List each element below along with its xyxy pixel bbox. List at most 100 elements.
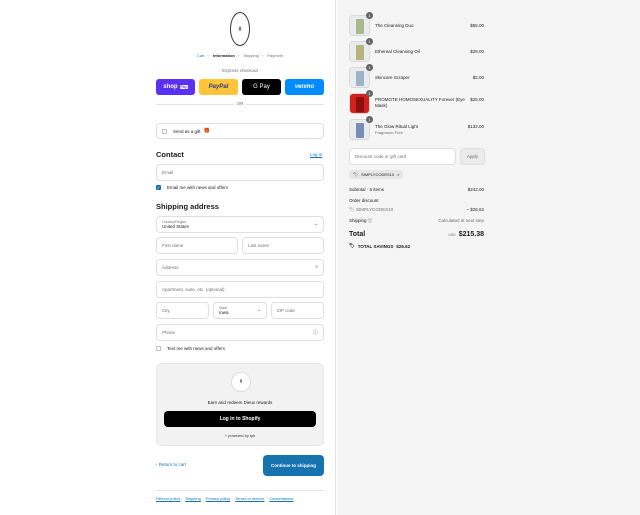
quantity-badge: 1 [366, 64, 373, 71]
subtotal-row: Subtotal · 5 items $242.00 [349, 187, 484, 192]
total-amount-wrap: USD $215.38 [448, 231, 484, 238]
product-name: PROMOTE HOMOSEXUALITY Forever (Eye Mask) [375, 97, 465, 108]
logo-glyph: ⚱ [237, 26, 243, 33]
product-image [356, 123, 364, 138]
rewards-card: ⚱ Earn and redeem Dieux rewards Log in t… [156, 363, 324, 446]
chevron-right-icon: › [207, 53, 209, 58]
discount-code-label-wrap: 🏷 SIMPLYCODES10 [349, 207, 393, 213]
apartment-field[interactable]: Apartment, suite, etc. (optional) [156, 281, 324, 298]
email-news-checkbox[interactable]: ✓ [156, 185, 161, 190]
shipping-label-wrap: Shipping ⓘ [349, 218, 372, 224]
email-placeholder: Email [162, 170, 174, 175]
express-checkout-title: Express checkout [222, 68, 258, 73]
product-name: Skincare Scraper [375, 75, 410, 80]
venmo-button[interactable]: venmo [285, 79, 324, 95]
discount-chip-label: SIMPLYCODES10 [361, 172, 395, 177]
brand-logo[interactable]: ⚱ [230, 12, 250, 46]
shipping-policy-link[interactable]: Shipping [185, 496, 201, 501]
google-pay-button[interactable]: G Pay [242, 79, 281, 95]
paypal-button[interactable]: PayPal [199, 79, 238, 95]
city-placeholder: City [162, 308, 170, 313]
address-field[interactable]: Address ⌕ [156, 259, 324, 276]
terms-link[interactable]: Terms of service [235, 496, 264, 501]
footer-divider [156, 490, 324, 491]
email-field[interactable]: Email [156, 164, 324, 181]
cancellations-link[interactable]: Cancellations [269, 496, 293, 501]
chevron-down-icon: ⌄ [313, 221, 318, 227]
first-name-field[interactable]: First name [156, 237, 238, 254]
apply-discount-button[interactable]: Apply [460, 148, 485, 165]
discount-amount: – $26.62 [466, 207, 484, 212]
login-link[interactable]: Log in [310, 152, 322, 157]
last-name-field[interactable]: Last name [242, 237, 324, 254]
policy-links: Refund policy Shipping Privacy policy Te… [156, 496, 293, 501]
product-image [356, 45, 364, 60]
tag-icon: 🏷 [353, 172, 359, 177]
help-icon[interactable]: ⓘ [368, 218, 373, 223]
country-select[interactable]: Country/Region United States ⌄ [156, 216, 324, 233]
product-image [356, 19, 364, 34]
subtotal-value: $242.00 [467, 187, 484, 192]
sms-news-checkbox[interactable] [156, 346, 161, 351]
phone-field[interactable]: Phone ⓘ [156, 324, 324, 341]
shipping-value: Calculated at next step [438, 218, 484, 223]
country-value: United States [162, 224, 190, 229]
chevron-right-icon: › [261, 53, 264, 58]
last-name-placeholder: Last name [248, 243, 270, 248]
search-icon: ⌕ [315, 264, 318, 270]
email-news-label: Email me with news and offers [167, 185, 228, 190]
apartment-placeholder: Apartment, suite, etc. (optional) [162, 287, 225, 292]
breadcrumb-information: Information [212, 53, 235, 58]
product-name: Ethereal Cleansing Oil [375, 49, 420, 54]
quantity-badge: 1 [366, 12, 373, 19]
chevron-down-icon: ⌄ [256, 307, 261, 313]
continue-to-shipping-button[interactable]: Continue to shipping [263, 455, 324, 476]
quantity-badge: 1 [366, 90, 373, 97]
product-image [356, 71, 364, 86]
discount-code-label: SIMPLYCODES10 [355, 207, 394, 212]
breadcrumb: Cart › Information › Shipping › Payment [156, 53, 324, 58]
product-price: $25.00 [470, 97, 484, 102]
return-to-cart-label: Return to cart [158, 462, 187, 467]
shipping-row: Shipping ⓘ Calculated at next step [349, 218, 484, 224]
subtotal-label: Subtotal · 5 items [349, 187, 385, 192]
close-icon[interactable]: × [397, 172, 399, 177]
return-to-cart-link[interactable]: ‹ Return to cart [156, 462, 186, 467]
shopify-login-button[interactable]: Log in to Shopify [164, 411, 316, 427]
breadcrumb-cart[interactable]: Cart [197, 53, 205, 58]
discount-code-row: 🏷 SIMPLYCODES10 – $26.62 [349, 207, 484, 213]
city-field[interactable]: City [156, 302, 209, 319]
state-value: Iowa [219, 310, 229, 315]
total-label: Total [349, 231, 366, 238]
quantity-badge: 1 [366, 38, 373, 45]
order-discount-row: Order discount [349, 198, 484, 203]
gift-icon: 🎁 [203, 128, 210, 134]
shop-pay-button[interactable]: shop Pay [156, 79, 195, 95]
privacy-policy-link[interactable]: Privacy policy [206, 496, 230, 501]
checkout-form-panel: ⚱ Cart › Information › Shipping › Payment E… [0, 0, 336, 515]
email-news-option[interactable]: ✓ Email me with news and offers [156, 185, 228, 190]
quantity-badge: 1 [366, 116, 373, 123]
breadcrumb-shipping: Shipping [243, 53, 259, 58]
sms-news-option[interactable]: Text me with news and offers [156, 346, 225, 351]
refund-policy-link[interactable]: Refund policy [156, 496, 180, 501]
gift-checkbox[interactable] [162, 128, 167, 134]
state-select[interactable]: State Iowa ⌄ [213, 302, 267, 319]
savings-label: TOTAL SAVINGS [357, 243, 394, 249]
discount-placeholder: Discount code or gift card [355, 154, 407, 159]
help-icon[interactable]: ⓘ [313, 329, 318, 336]
send-as-gift-option[interactable]: Send as a gift 🎁 [156, 123, 324, 139]
product-name-block: The Glow Ritual Light Fragrance-Free [375, 124, 465, 136]
total-row: Total USD $215.38 [349, 231, 484, 238]
product-name: The Cleansing Duo [375, 23, 414, 28]
discount-code-input[interactable]: Discount code or gift card [349, 148, 456, 165]
zip-field[interactable]: ZIP code [271, 302, 324, 319]
tag-icon: 🏷 [349, 207, 356, 212]
contact-heading: Contact [156, 150, 184, 159]
product-variant: Fragrance-Free [375, 130, 403, 135]
total-savings: 🏷 TOTAL SAVINGS $26.62 [349, 243, 410, 249]
shipping-heading: Shipping address [156, 202, 219, 211]
first-name-placeholder: First name [162, 243, 184, 248]
shop-pay-tag: Pay [179, 85, 188, 89]
total-amount: $215.38 [458, 231, 484, 238]
